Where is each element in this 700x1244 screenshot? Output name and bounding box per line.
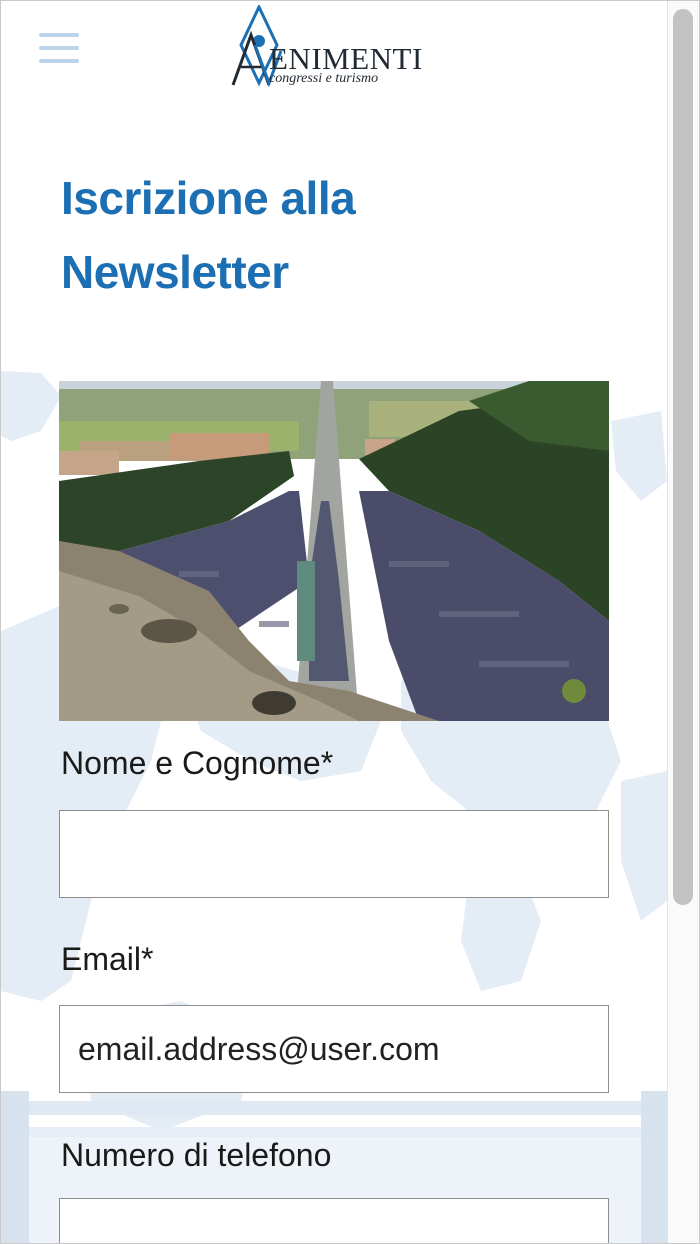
email-label: Email* — [61, 941, 154, 977]
email-input[interactable] — [59, 1005, 609, 1093]
name-input[interactable] — [59, 810, 609, 898]
logo-brand-text: ENIMENTI — [269, 41, 423, 76]
logo-tagline: congressi e turismo — [269, 71, 379, 86]
name-label: Nome e Cognome* — [61, 745, 334, 781]
phone-label: Numero di telefono — [61, 1137, 332, 1173]
site-logo[interactable]: ENIMENTI congressi e turismo — [229, 5, 443, 91]
scrollbar-thumb[interactable] — [673, 9, 693, 905]
phone-input[interactable] — [59, 1198, 609, 1243]
page-frame: ENIMENTI congressi e turismo Iscrizione … — [0, 0, 700, 1244]
page-title: Iscrizione alla Newsletter — [61, 172, 356, 298]
hamburger-menu-icon[interactable] — [39, 33, 79, 65]
hero-image — [59, 381, 609, 721]
